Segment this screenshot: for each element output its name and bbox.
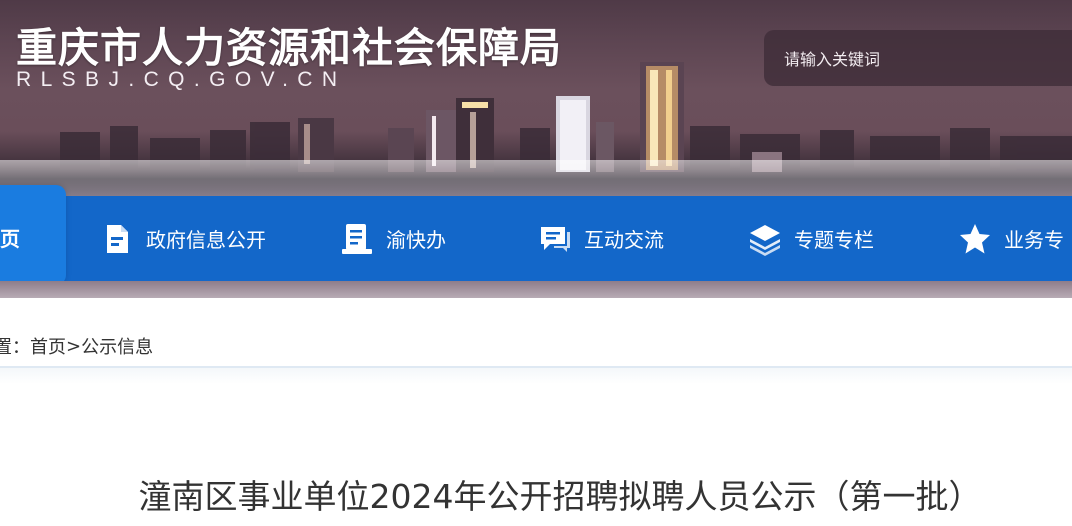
nav-item-label: 专题专栏 <box>794 228 874 252</box>
article-title: 潼南区事业单位2024年公开招聘拟聘人员公示（第一批） <box>138 477 982 516</box>
nav-item-label: 互动交流 <box>584 228 664 252</box>
layers-icon <box>750 224 780 256</box>
main-nav: 页 政府信息公开 渝快办 互动交流 专题专栏 业务专 <box>0 185 1072 285</box>
search-input[interactable] <box>784 46 1064 72</box>
chat-icon <box>541 226 570 252</box>
nav-item-special-topics[interactable]: 专题专栏 <box>748 196 874 281</box>
breadcrumb-shadow <box>0 368 1072 384</box>
nav-item-business[interactable]: 业务专 <box>958 196 1064 281</box>
search-box <box>764 30 1072 86</box>
nav-home-tab[interactable]: 页 <box>0 185 66 285</box>
site-title: 重庆市人力资源和社会保障局 <box>16 24 562 72</box>
site-domain: RLSBJ.CQ.GOV.CN <box>16 68 347 91</box>
breadcrumb-home-link[interactable]: 首页 <box>30 333 66 359</box>
breadcrumb: 置： 首页 > 公示信息 <box>0 333 153 359</box>
document-icon <box>107 224 128 253</box>
nav-item-label: 业务专 <box>1004 228 1064 252</box>
nav-item-label: 渝快办 <box>386 228 446 252</box>
breadcrumb-separator: > <box>66 335 82 357</box>
form-icon <box>342 223 372 254</box>
nav-item-yu-kuai-ban[interactable]: 渝快办 <box>340 196 446 281</box>
nav-item-gov-info[interactable]: 政府信息公开 <box>100 196 266 281</box>
breadcrumb-current-link[interactable]: 公示信息 <box>81 333 153 359</box>
breadcrumb-prefix: 置： <box>0 337 30 358</box>
banner-bottom-strip <box>0 281 1072 298</box>
star-icon <box>960 223 990 253</box>
nav-item-label: 政府信息公开 <box>146 228 266 252</box>
nav-item-interaction[interactable]: 互动交流 <box>538 196 664 281</box>
nav-home-label: 页 <box>0 227 20 251</box>
banner-haze <box>0 160 1072 200</box>
